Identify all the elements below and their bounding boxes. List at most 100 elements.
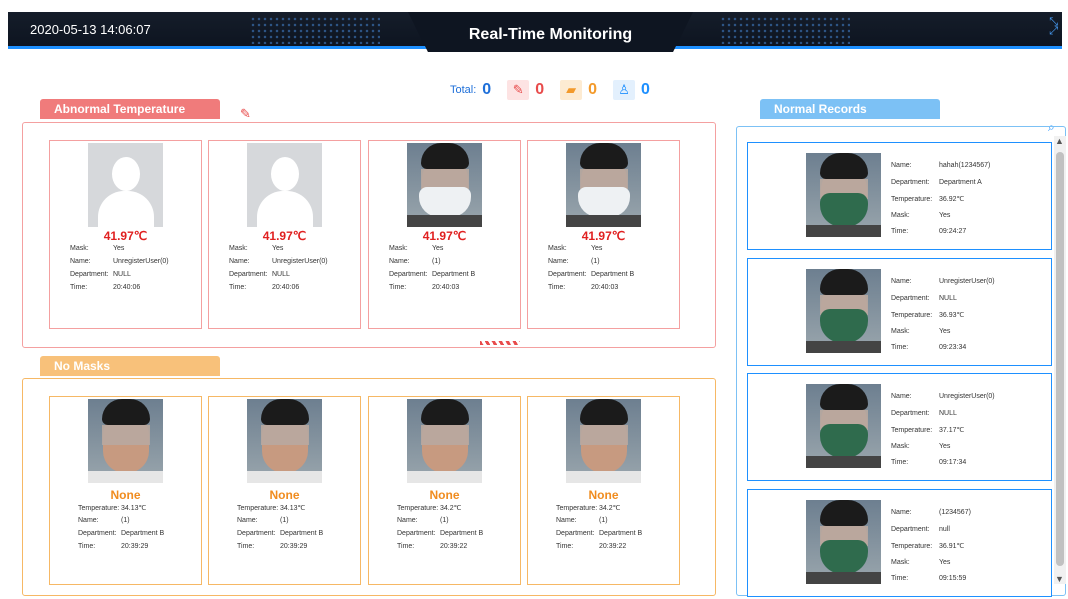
- info-row: Name: (1): [548, 258, 634, 271]
- field-value: 34.13℃: [121, 505, 147, 512]
- scroll-down-icon[interactable]: ▼: [1055, 574, 1064, 584]
- info-row: Temperature: 34.13℃: [237, 504, 323, 517]
- header-bar: 2020-05-13 14:06:07 Real-Time Monitoring…: [0, 0, 1068, 52]
- field-label: Time:: [891, 575, 909, 582]
- field-value: hahah(1234567): [939, 162, 991, 169]
- info-row: Temperature: 36.91℃: [891, 542, 971, 559]
- field-label: Name:: [237, 517, 258, 524]
- datetime-display: 2020-05-13 14:06:07: [30, 22, 151, 37]
- header-decoration-right: [720, 16, 850, 44]
- field-label: Temperature:: [556, 505, 598, 512]
- field-value: Department B: [432, 271, 476, 278]
- no-mask-card[interactable]: None Temperature: 34.13℃ Name: (1) Department…: [49, 396, 202, 585]
- scrollbar-thumb[interactable]: [1056, 152, 1064, 566]
- header-decoration-left: [250, 16, 380, 44]
- info-row: Mask: Yes: [389, 245, 475, 258]
- abnormal-temperature-card[interactable]: 41.97℃ Mask: Yes Name: (1) Department: Departm…: [368, 140, 521, 329]
- field-value: (1): [121, 517, 130, 524]
- field-label: Time:: [891, 228, 909, 235]
- field-value: UnregisterUser(0): [272, 258, 328, 265]
- field-value: 36.91℃: [939, 543, 965, 550]
- field-label: Name:: [78, 517, 99, 524]
- field-value: 20:40:06: [113, 284, 141, 291]
- info-row: Name: (1): [237, 517, 323, 530]
- normal-record-card[interactable]: Name: UnregisterUser(0) Department: NULL Tem…: [747, 373, 1052, 481]
- field-value: NULL: [272, 271, 290, 278]
- field-value: NULL: [113, 271, 131, 278]
- field-value: Department B: [591, 271, 635, 278]
- normal-record-card[interactable]: Name: (1234567) Department: null Temperature…: [747, 489, 1052, 597]
- field-label: Name:: [891, 278, 912, 285]
- field-value: 20:39:29: [121, 543, 149, 550]
- info-row: Time: 20:39:22: [556, 543, 642, 556]
- field-label: Temperature:: [891, 312, 933, 319]
- no-mask-card[interactable]: None Temperature: 34.13℃ Name: (1) Department…: [208, 396, 361, 585]
- field-value: Yes: [432, 245, 444, 252]
- field-value: 20:40:06: [272, 284, 300, 291]
- total-count: 0: [482, 81, 492, 98]
- field-label: Time:: [229, 284, 247, 291]
- fever-count: 0: [535, 81, 545, 98]
- normal-record-card[interactable]: Name: UnregisterUser(0) Department: NULL Tem…: [747, 258, 1052, 366]
- info-row: Temperature: 36.92℃: [891, 195, 990, 212]
- field-label: Department:: [891, 294, 930, 302]
- info-row: Department: NULL: [891, 295, 995, 312]
- face-photo: [247, 399, 322, 483]
- face-photo: [806, 269, 881, 353]
- field-value: 34.2℃: [599, 505, 621, 512]
- field-label: Mask:: [389, 245, 408, 252]
- face-photo: [88, 399, 163, 483]
- info-row: Name: (1): [556, 517, 642, 530]
- info-row: Time: 20:40:03: [389, 284, 475, 297]
- field-label: Temperature:: [78, 505, 120, 512]
- field-value: 34.2℃: [440, 505, 462, 512]
- field-value: (1): [440, 517, 449, 524]
- field-value: NULL: [939, 409, 957, 417]
- info-row: Time: 20:40:06: [229, 284, 328, 297]
- records-scrollbar[interactable]: ▲ ▼: [1054, 136, 1066, 584]
- field-label: Time:: [389, 284, 407, 291]
- field-value: Yes: [939, 327, 951, 335]
- abnormal-temperature-card[interactable]: 41.97℃ Mask: Yes Name: UnregisterUser(0) Depa…: [208, 140, 361, 329]
- field-value: 09:24:27: [939, 228, 967, 235]
- field-label: Mask:: [891, 211, 910, 219]
- face-photo: [566, 143, 641, 227]
- normal-record-card[interactable]: Name: hahah(1234567) Department: Department…: [747, 142, 1052, 250]
- field-label: Department:: [70, 271, 109, 278]
- field-label: Name:: [229, 258, 250, 265]
- info-row: Department: null: [891, 526, 971, 543]
- fullscreen-icon[interactable]: ⤡ ⤢: [1049, 17, 1058, 37]
- info-row: Mask: Yes: [891, 443, 995, 460]
- mask-status: None: [588, 488, 619, 502]
- no-mask-card[interactable]: None Temperature: 34.2℃ Name: (1) Department:…: [368, 396, 521, 585]
- abnormal-temperature-tab: Abnormal Temperature: [40, 99, 220, 119]
- info-row: Time: 09:23:34: [891, 344, 995, 361]
- info-row: Name: UnregisterUser(0): [229, 258, 328, 271]
- field-label: Department:: [237, 530, 276, 537]
- field-value: Department B: [440, 530, 484, 537]
- field-value: (1): [599, 517, 608, 524]
- panel-decoration: [480, 341, 520, 345]
- temperature-value: 41.97℃: [262, 229, 307, 243]
- page-title: Real-Time Monitoring: [468, 26, 633, 43]
- temperature-value: 41.97℃: [103, 229, 148, 243]
- field-label: Time:: [78, 543, 96, 550]
- field-value: Department A: [939, 178, 982, 186]
- field-label: Name:: [891, 509, 912, 516]
- info-row: Time: 20:39:29: [237, 543, 323, 556]
- scroll-up-icon[interactable]: ▲: [1055, 136, 1064, 146]
- field-value: 37.17℃: [939, 427, 965, 434]
- field-label: Time:: [237, 543, 255, 550]
- field-label: Temperature:: [397, 505, 439, 512]
- info-row: Temperature: 37.17℃: [891, 426, 995, 443]
- field-label: Time:: [891, 459, 909, 466]
- info-row: Name: UnregisterUser(0): [70, 258, 169, 271]
- face-photo: [407, 399, 482, 483]
- field-label: Temperature:: [891, 196, 933, 203]
- no-mask-card[interactable]: None Temperature: 34.2℃ Name: (1) Department:…: [527, 396, 680, 585]
- abnormal-temperature-card[interactable]: 41.97℃ Mask: Yes Name: (1) Department: Departm…: [527, 140, 680, 329]
- field-value: 20:39:29: [280, 543, 308, 550]
- field-value: 20:40:03: [591, 284, 619, 291]
- info-row: Mask: Yes: [229, 245, 328, 258]
- abnormal-temperature-card[interactable]: 41.97℃ Mask: Yes Name: UnregisterUser(0) Depa…: [49, 140, 202, 329]
